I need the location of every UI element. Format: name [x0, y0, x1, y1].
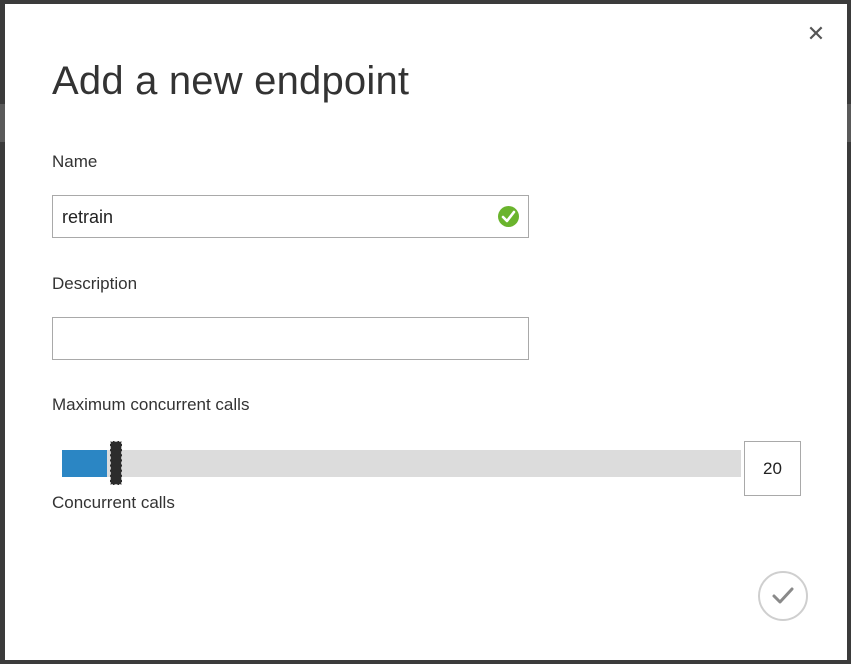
add-endpoint-dialog: ✕ Add a new endpoint Name retrain Descri… — [5, 4, 847, 660]
name-value: retrain — [62, 207, 114, 227]
concurrency-slider-fill — [62, 450, 107, 477]
concurrency-value-input[interactable]: 20 — [744, 441, 801, 496]
description-label: Description — [52, 274, 138, 293]
concurrent-calls-label: Concurrent calls — [52, 493, 175, 512]
concurrency-slider-handle[interactable] — [110, 441, 122, 485]
name-field[interactable]: retrain — [52, 195, 529, 238]
check-circle-icon — [498, 206, 519, 227]
close-icon[interactable]: ✕ — [805, 24, 827, 46]
name-label: Name — [52, 152, 98, 171]
max-concurrent-calls-label: Maximum concurrent calls — [52, 395, 250, 414]
dialog-title: Add a new endpoint — [52, 59, 410, 103]
description-field[interactable] — [52, 317, 529, 360]
checkmark-icon — [772, 587, 794, 604]
confirm-button[interactable] — [758, 571, 808, 621]
concurrency-slider-track[interactable] — [62, 450, 741, 477]
